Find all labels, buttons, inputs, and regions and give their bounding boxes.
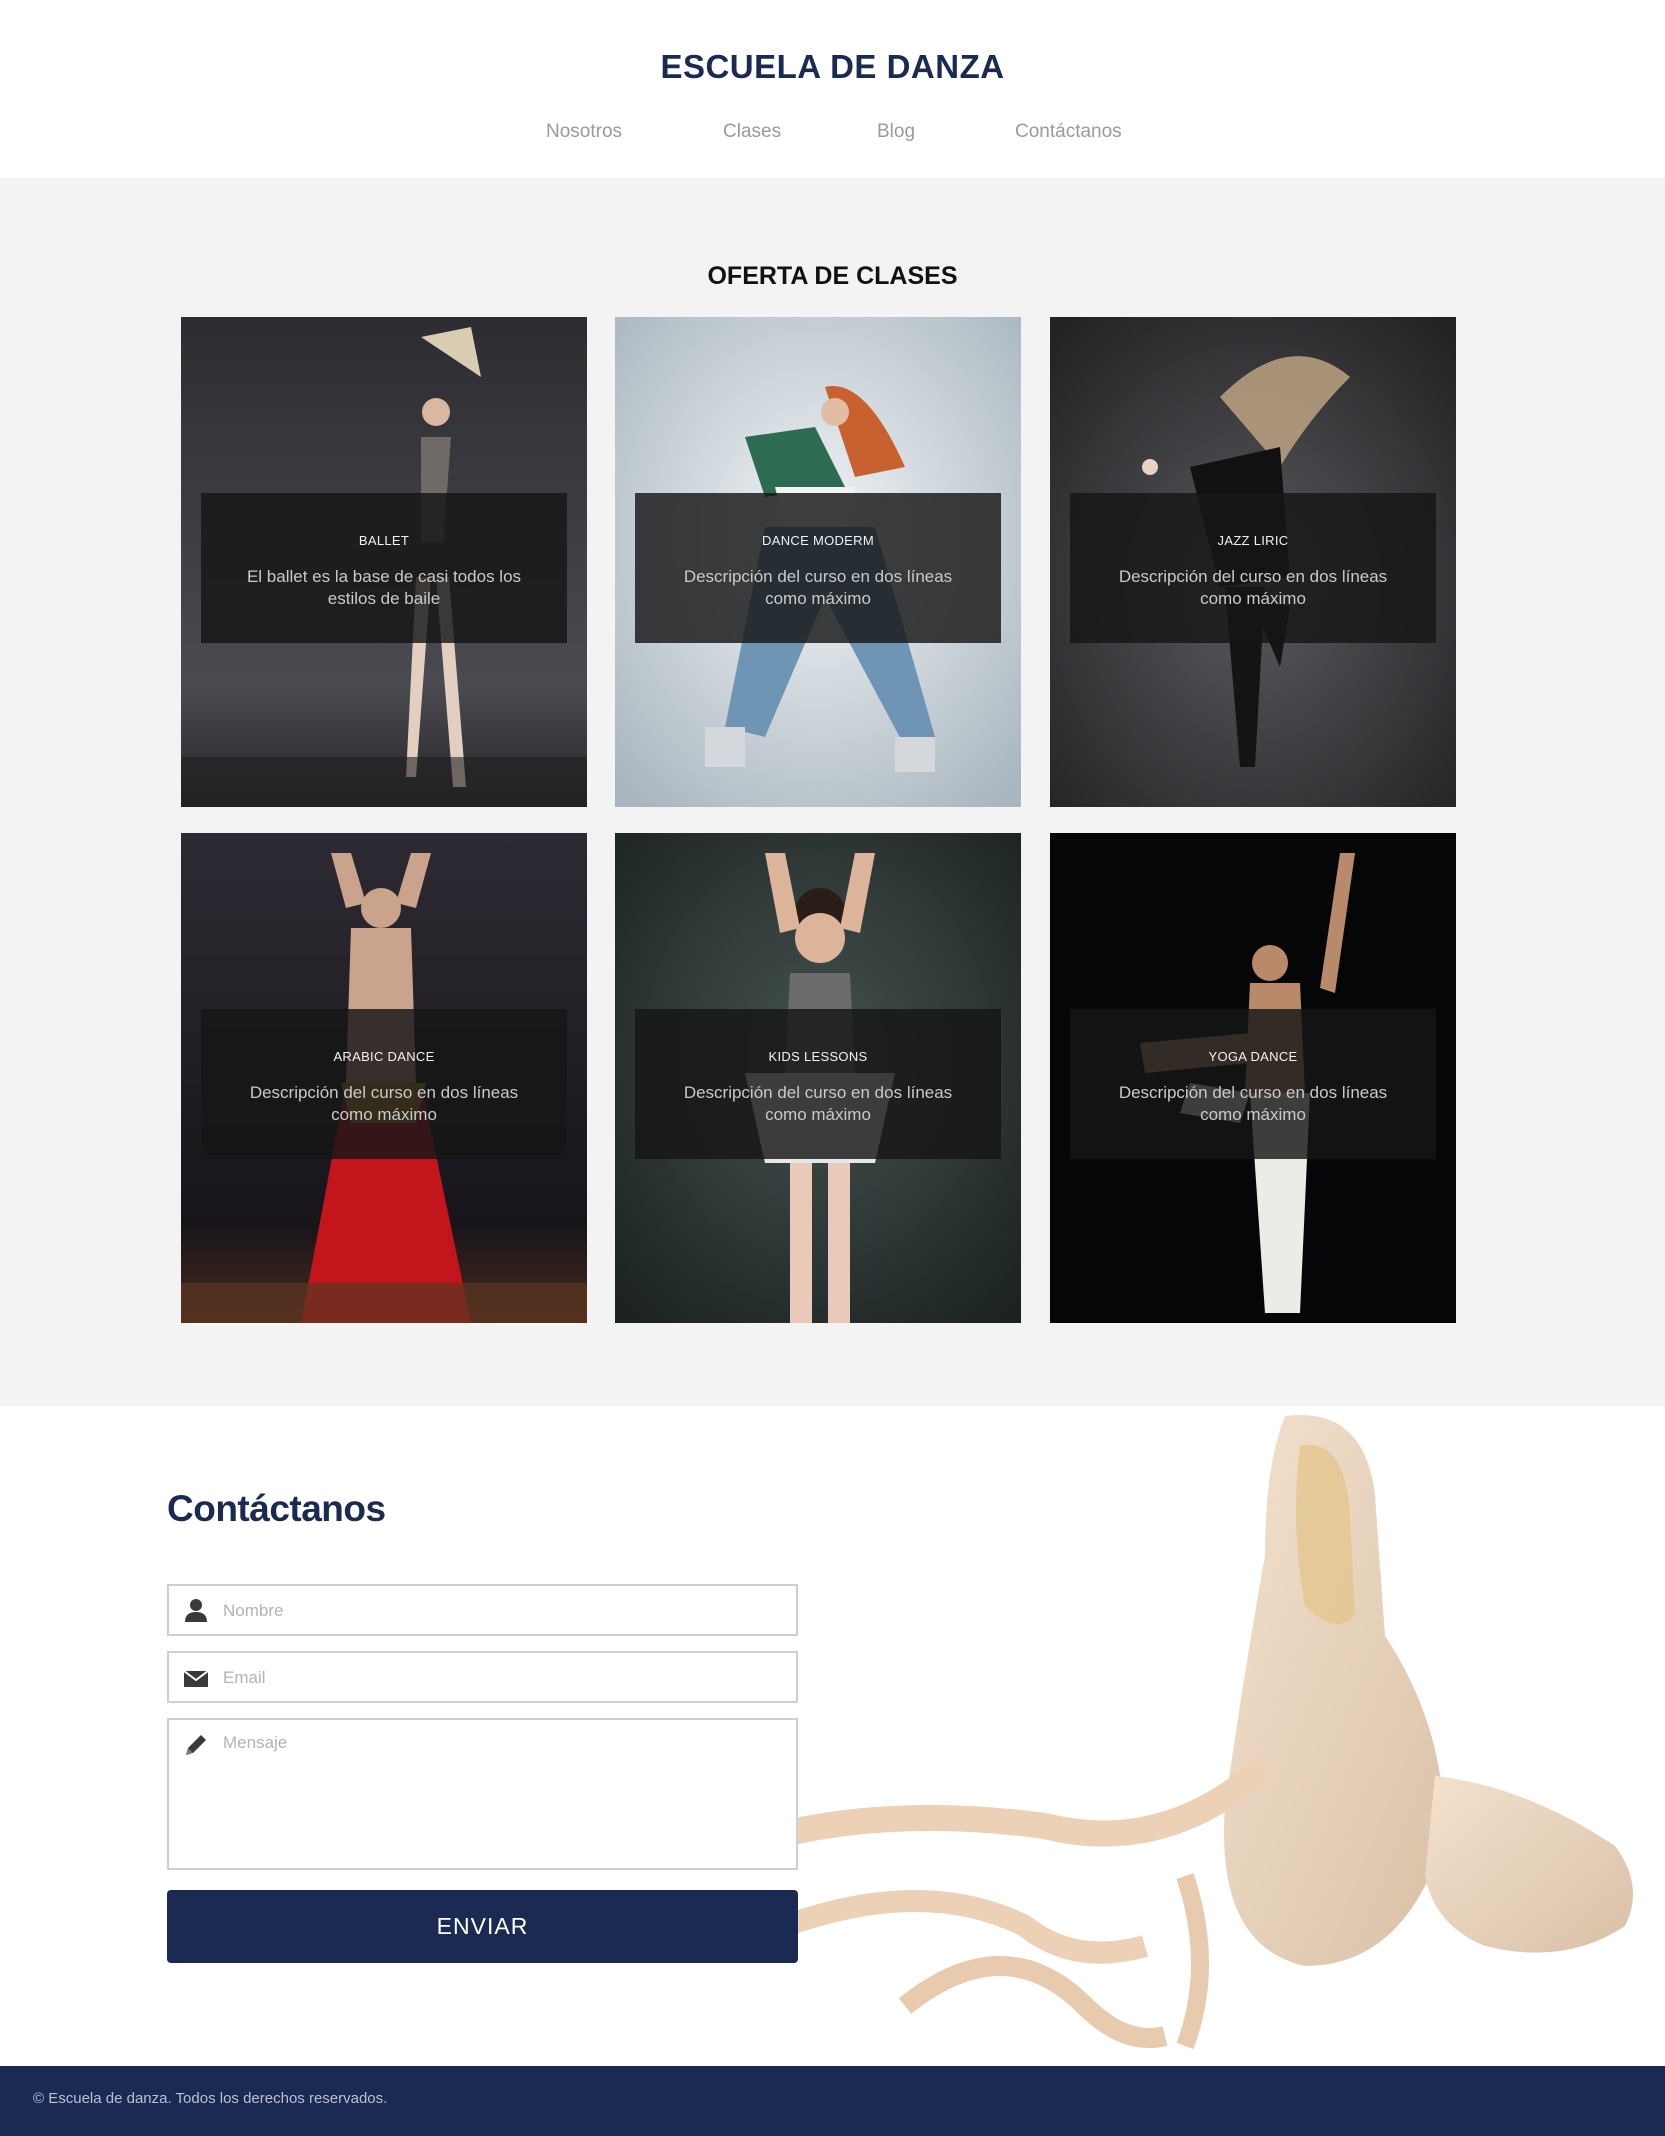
envelope-icon — [183, 1670, 209, 1687]
nav-link-contactanos[interactable]: Contáctanos — [1015, 121, 1122, 143]
nav-link-nosotros[interactable]: Nosotros — [546, 121, 622, 143]
card-overlay: BALLET El ballet es la base de casi todo… — [201, 493, 567, 643]
card-description: Descripción del curso en dos líneas como… — [1118, 1083, 1388, 1124]
class-card-dance-moderm[interactable]: DANCE MODERM Descripción del curso en do… — [615, 317, 1021, 807]
card-overlay: DANCE MODERM Descripción del curso en do… — [635, 493, 1001, 643]
name-input[interactable] — [223, 1599, 786, 1623]
card-title: YOGA DANCE — [1208, 1049, 1298, 1064]
card-description: El ballet es la base de casi todos los e… — [246, 567, 522, 608]
card-description: Descripción del curso en dos líneas como… — [1118, 567, 1388, 608]
section-title: OFERTA DE CLASES — [707, 262, 958, 290]
card-title: DANCE MODERM — [762, 533, 874, 548]
message-textarea[interactable] — [223, 1733, 786, 1857]
class-card-jazz-liric[interactable]: JAZZ LIRIC Descripción del curso en dos … — [1050, 317, 1456, 807]
card-overlay: YOGA DANCE Descripción del curso en dos … — [1070, 1009, 1436, 1159]
site-title[interactable]: ESCUELA DE DANZA — [0, 48, 1665, 86]
contact-title: Contáctanos — [167, 1488, 386, 1529]
card-title: ARABIC DANCE — [333, 1049, 435, 1064]
card-title: BALLET — [358, 533, 410, 548]
name-field — [167, 1584, 798, 1636]
card-title: JAZZ LIRIC — [1217, 533, 1289, 548]
card-description: Descripción del curso en dos líneas como… — [683, 567, 953, 608]
pencil-icon — [186, 1735, 206, 1755]
classes-section: OFERTA DE CLASES BALLET El ballet es la … — [0, 178, 1665, 1406]
message-field — [167, 1718, 798, 1870]
contact-section: Contáctanos ENVIAR — [0, 1406, 1665, 2066]
copyright-text: © Escuela de danza. Todos los derechos r… — [33, 2090, 388, 2107]
email-field — [167, 1651, 798, 1703]
card-overlay: KIDS LESSONS Descripción del curso en do… — [635, 1009, 1001, 1159]
class-card-ballet[interactable]: BALLET El ballet es la base de casi todo… — [181, 317, 587, 807]
user-icon — [185, 1599, 207, 1622]
pointe-shoes-image — [771, 1415, 1633, 2050]
class-card-yoga-dance[interactable]: YOGA DANCE Descripción del curso en dos … — [1050, 833, 1456, 1323]
card-overlay: JAZZ LIRIC Descripción del curso en dos … — [1070, 493, 1436, 643]
card-description: Descripción del curso en dos líneas como… — [249, 1083, 519, 1124]
class-card-arabic-dance[interactable]: ARABIC DANCE Descripción del curso en do… — [181, 833, 587, 1323]
site-footer: © Escuela de danza. Todos los derechos r… — [0, 2066, 1665, 2136]
class-card-kids-lessons[interactable]: KIDS LESSONS Descripción del curso en do… — [615, 833, 1021, 1323]
card-title: KIDS LESSONS — [768, 1049, 868, 1064]
site-header: ESCUELA DE DANZA Nosotros Clases Blog Co… — [0, 0, 1665, 178]
send-button[interactable]: ENVIAR — [167, 1890, 798, 1963]
card-description: Descripción del curso en dos líneas como… — [683, 1083, 953, 1124]
card-overlay: ARABIC DANCE Descripción del curso en do… — [201, 1009, 567, 1159]
nav-link-clases[interactable]: Clases — [723, 121, 781, 143]
email-input[interactable] — [223, 1666, 786, 1690]
nav-link-blog[interactable]: Blog — [877, 121, 915, 143]
